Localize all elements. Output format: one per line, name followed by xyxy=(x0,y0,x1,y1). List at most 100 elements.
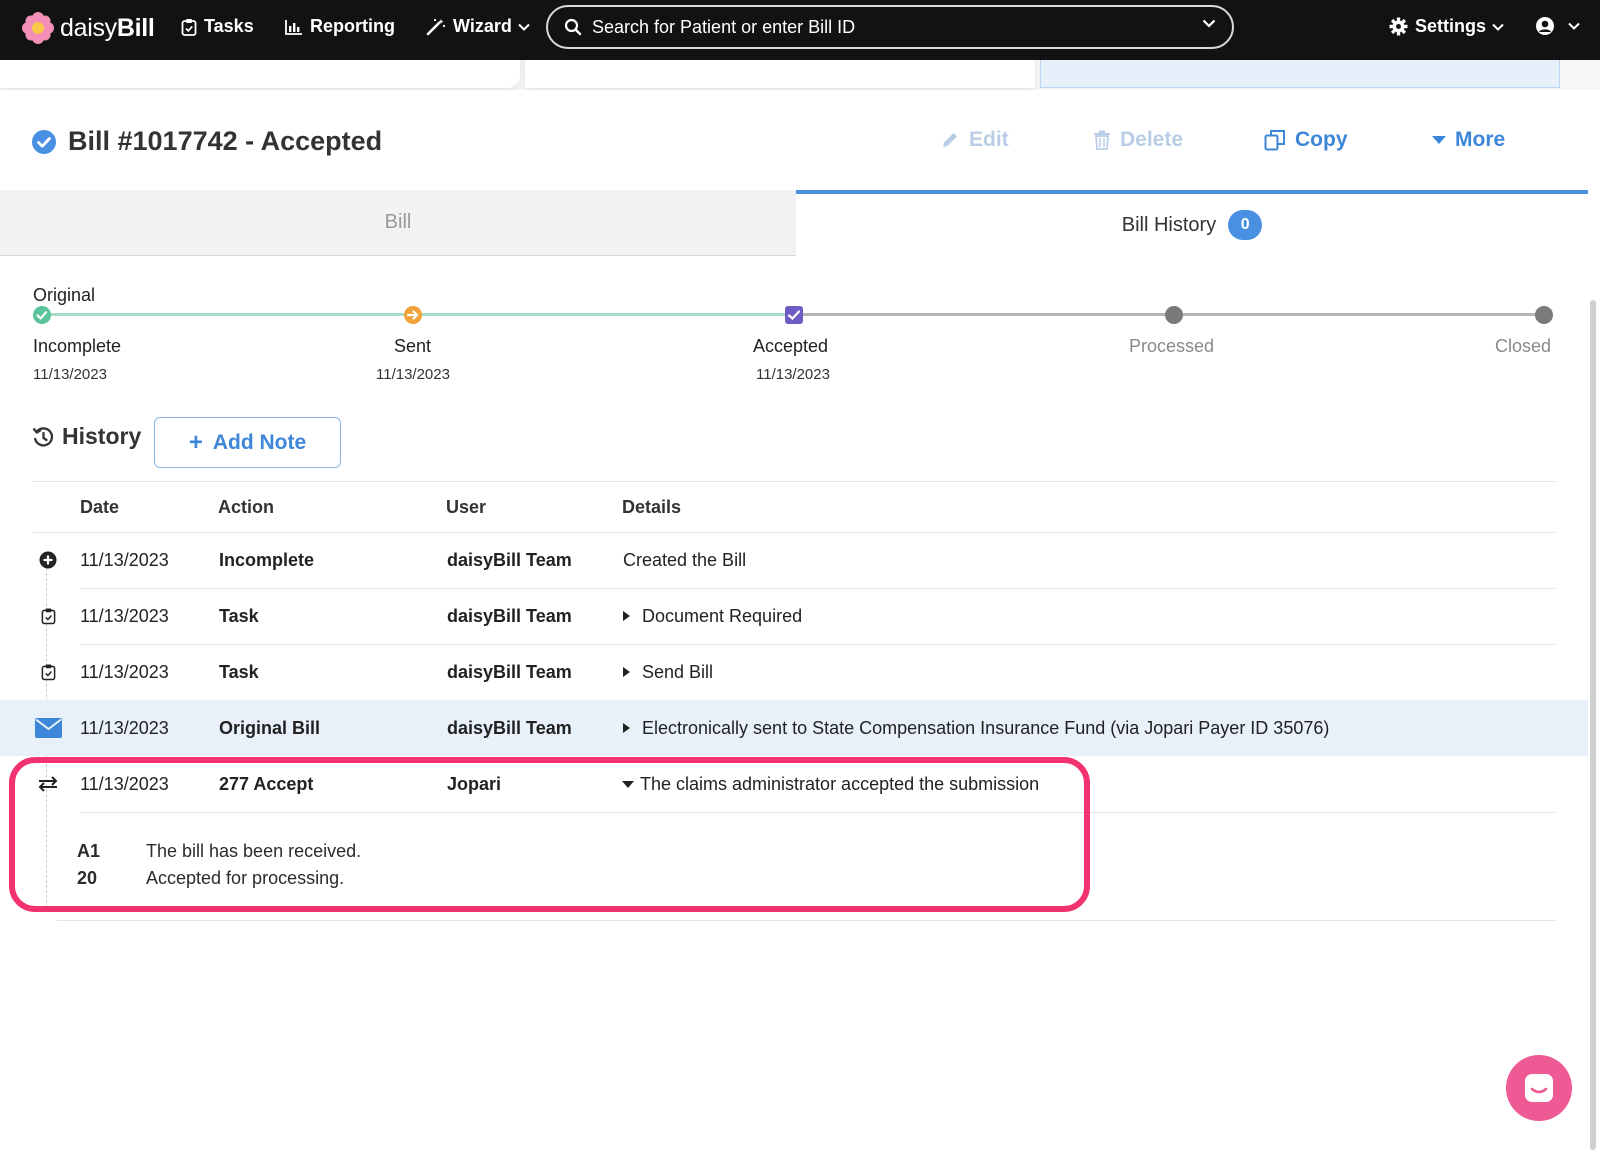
delete-button[interactable]: Delete xyxy=(1093,128,1183,152)
bill-title-text: Bill #1017742 - Accepted xyxy=(68,126,383,156)
user-circle-icon xyxy=(1536,17,1554,35)
row-details-toggle[interactable]: Document Required xyxy=(623,588,802,644)
row-details: Created the Bill xyxy=(623,549,747,570)
history-heading: History xyxy=(32,423,141,450)
row-action: Task xyxy=(219,605,259,626)
daisybill-logo[interactable]: daisyBill xyxy=(22,12,155,44)
check-circle-icon xyxy=(32,129,56,154)
nav-reporting-label: Reporting xyxy=(310,16,395,36)
chevron-down-icon[interactable] xyxy=(1202,19,1216,28)
caret-down-icon xyxy=(1432,136,1446,144)
row-date: 11/13/2023 xyxy=(80,717,169,738)
copy-icon xyxy=(1264,130,1285,151)
chevron-down-icon xyxy=(1568,22,1580,30)
search-icon xyxy=(564,18,582,36)
column-header-date: Date xyxy=(80,497,120,517)
table-row[interactable]: 11/13/2023 Task daisyBill Team Document … xyxy=(0,588,1588,644)
row-action: Task xyxy=(219,661,259,682)
nav-tasks-label: Tasks xyxy=(204,16,254,36)
clipboard-check-icon xyxy=(41,608,55,625)
caret-right-icon xyxy=(623,611,630,621)
row-user: daisyBill Team xyxy=(447,661,572,682)
column-header-action: Action xyxy=(218,497,274,517)
pending-dot-icon xyxy=(1535,306,1553,324)
account-menu[interactable] xyxy=(1535,16,1587,36)
history-title: History xyxy=(62,423,142,449)
step-incomplete-label: Incomplete xyxy=(33,336,122,356)
row-user: daisyBill Team xyxy=(447,605,572,626)
row-date: 11/13/2023 xyxy=(80,549,169,570)
row-user: daisyBill Team xyxy=(447,717,572,738)
table-row[interactable]: 11/13/2023 Task daisyBill Team Send Bill xyxy=(0,644,1588,700)
tab-bill[interactable]: Bill xyxy=(0,190,797,256)
history-count-badge: 0 xyxy=(1228,210,1263,240)
top-nav: daisyBill Tasks Reporting Wizard Search … xyxy=(0,0,1600,60)
pencil-icon xyxy=(943,133,957,147)
edit-label: Edit xyxy=(969,128,1009,151)
daisy-flower-icon xyxy=(22,12,54,44)
clipboard-check-icon xyxy=(181,18,197,36)
history-icon xyxy=(32,426,54,447)
bar-chart-icon xyxy=(285,19,302,35)
step-incomplete-date: 11/13/2023 xyxy=(33,366,107,383)
copy-button[interactable]: Copy xyxy=(1264,128,1348,152)
annotation-highlight xyxy=(9,757,1090,912)
row-user: daisyBill Team xyxy=(447,549,572,570)
nav-wizard-label: Wizard xyxy=(453,16,512,36)
add-note-label: Add Note xyxy=(212,430,307,454)
plus-circle-icon xyxy=(39,551,57,569)
gear-icon xyxy=(1389,17,1408,36)
chat-launcher-button[interactable] xyxy=(1506,1055,1572,1121)
step-accepted-label: Accepted xyxy=(753,336,829,356)
column-header-user: User xyxy=(446,497,487,517)
row-date: 11/13/2023 xyxy=(80,661,169,682)
caret-right-icon xyxy=(623,667,630,677)
chevron-down-icon xyxy=(518,23,530,31)
nav-settings[interactable]: Settings xyxy=(1389,16,1511,37)
row-details-toggle[interactable]: Send Bill xyxy=(623,644,713,700)
step-accepted-date: 11/13/2023 xyxy=(756,366,830,383)
step-processed-label: Processed xyxy=(1129,336,1215,356)
row-date: 11/13/2023 xyxy=(80,605,169,626)
envelope-icon xyxy=(34,718,62,738)
caret-right-icon xyxy=(623,723,630,733)
app-window: daisyBill Tasks Reporting Wizard Search … xyxy=(0,0,1600,1155)
checkbox-checked-icon xyxy=(785,306,803,324)
copy-label: Copy xyxy=(1295,128,1348,151)
scrollbar[interactable] xyxy=(1590,300,1596,1150)
row-details-toggle[interactable]: Electronically sent to State Compensatio… xyxy=(623,700,1329,756)
scrolled-summary-strip xyxy=(0,60,1600,90)
row-action: Incomplete xyxy=(219,549,315,570)
more-label: More xyxy=(1455,128,1506,151)
search-input[interactable]: Search for Patient or enter Bill ID xyxy=(546,5,1234,49)
step-closed-label: Closed xyxy=(1495,336,1552,356)
magic-wand-icon xyxy=(426,18,446,35)
more-button[interactable]: More xyxy=(1432,128,1505,152)
nav-tasks[interactable]: Tasks xyxy=(181,16,254,37)
tab-bill-label: Bill xyxy=(384,211,412,233)
nav-wizard[interactable]: Wizard xyxy=(426,16,537,37)
divider xyxy=(33,481,1555,482)
nav-settings-label: Settings xyxy=(1415,16,1487,36)
add-note-button[interactable]: + Add Note xyxy=(154,417,341,468)
tab-history-label: Bill History xyxy=(1121,213,1217,236)
table-row-selected[interactable]: 11/13/2023 Original Bill daisyBill Team … xyxy=(0,700,1588,756)
brand-name: daisyBill xyxy=(60,13,155,42)
chat-bubble-icon xyxy=(1525,1074,1553,1102)
divider xyxy=(57,920,1555,921)
chevron-down-icon xyxy=(1492,23,1504,31)
pending-dot-icon xyxy=(1165,306,1183,324)
edit-button[interactable]: Edit xyxy=(940,128,1009,152)
row-action: Original Bill xyxy=(219,717,321,738)
nav-reporting[interactable]: Reporting xyxy=(285,16,395,37)
search-placeholder: Search for Patient or enter Bill ID xyxy=(592,16,856,37)
table-row[interactable]: 11/13/2023 Incomplete daisyBill Team Cre… xyxy=(0,532,1588,588)
bill-title: Bill #1017742 - Accepted xyxy=(32,126,382,157)
step-sent-date: 11/13/2023 xyxy=(376,366,450,383)
progress-label: Original xyxy=(33,285,96,305)
tab-bill-history[interactable]: Bill History 0 xyxy=(796,190,1588,256)
plus-icon: + xyxy=(188,428,203,456)
check-circle-icon xyxy=(33,306,51,324)
column-header-details: Details xyxy=(622,497,682,517)
delete-label: Delete xyxy=(1120,128,1184,151)
